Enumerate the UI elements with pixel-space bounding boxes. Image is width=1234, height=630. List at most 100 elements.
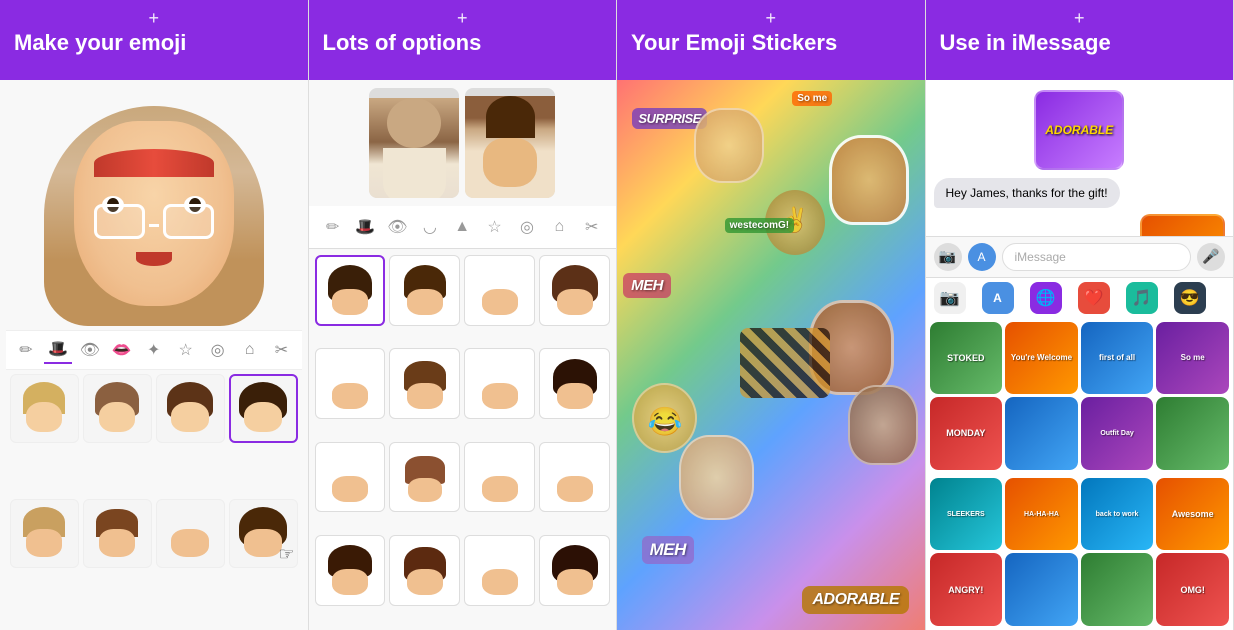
toolbar-glasses-icon[interactable]: ◎ [204, 336, 232, 364]
emoji-app-icon[interactable]: 🌐 [1030, 282, 1062, 314]
options-toolbar: ✏ 🎩 👁 ◡ ▲ ☆ ◎ ⌂ ✂ [309, 206, 617, 249]
options-lip-icon[interactable]: ◡ [415, 212, 445, 242]
panel2-title: Lots of options [323, 30, 603, 56]
appstore-btn[interactable]: A [968, 243, 996, 271]
toolbar-edit-icon[interactable]: ✏ [12, 336, 40, 364]
sg-item-4[interactable]: So me [1156, 322, 1229, 395]
p2-hair-1[interactable] [315, 255, 386, 326]
p2-hair-3[interactable] [464, 255, 535, 326]
p2-hair-12[interactable] [539, 442, 610, 513]
options-glasses-icon[interactable]: ◎ [512, 212, 542, 242]
emoji-char-5 [848, 385, 918, 465]
p2-hair-13[interactable] [315, 535, 386, 606]
sg-item-3[interactable]: first of all [1081, 322, 1154, 395]
appstore-icon[interactable]: A [982, 282, 1014, 314]
sticker-picker-grid-2: SLEEKERS HA-HA-HA back to work Awesome A… [926, 474, 1234, 630]
hair-option-3[interactable] [156, 374, 225, 443]
p2-hair-8[interactable] [539, 348, 610, 419]
sticker-collage-display: Surprise meh meh ADORABLE 😂 ✌️ So me wes… [617, 80, 925, 630]
plus-icon-4: + [1074, 8, 1085, 29]
toolbar-lips-icon[interactable]: 👄 [108, 336, 136, 364]
p2-hair-16[interactable] [539, 535, 610, 606]
glasses [94, 201, 214, 241]
chat-row-right: You're Welcome [934, 214, 1226, 236]
camera-btn[interactable]: 📷 [934, 243, 962, 271]
sg-item-14[interactable] [1005, 553, 1078, 626]
sticker-picker-grid: STOKED You're Welcome first of all So me… [926, 318, 1234, 474]
toolbar-eyes-icon[interactable]: 👁 [76, 336, 104, 364]
adorable-sticker-img: ADORABLE [1034, 90, 1124, 170]
sg-item-8[interactable] [1156, 397, 1229, 470]
bandana [94, 149, 214, 177]
sg-item-1[interactable]: STOKED [930, 322, 1003, 395]
emoji-display [44, 86, 264, 326]
toolbar-nose-icon[interactable]: ✦ [140, 336, 168, 364]
sticker-small-1: So me [792, 91, 832, 106]
options-hat-icon[interactable]: ⌂ [544, 212, 574, 242]
hair-option-4[interactable] [229, 374, 298, 443]
emoji-char-4 [679, 435, 754, 520]
p2-hair-10[interactable] [389, 442, 460, 513]
panel-imessage: + Use in iMessage ADORABLE Hey James, th… [926, 0, 1234, 630]
options-nose-icon[interactable]: ▲ [447, 212, 477, 242]
options-star-icon[interactable]: ☆ [480, 212, 510, 242]
sg-item-9[interactable]: SLEEKERS [930, 478, 1003, 551]
sg-item-6[interactable] [1005, 397, 1078, 470]
options-edit-icon[interactable]: ✏ [318, 212, 348, 242]
avatar-photo [465, 96, 555, 198]
sg-item-10[interactable]: HA-HA-HA [1005, 478, 1078, 551]
ref-photo-person [369, 88, 459, 198]
p2-hair-4[interactable] [539, 255, 610, 326]
p2-hair-6[interactable] [389, 348, 460, 419]
hair-option-8[interactable] [229, 499, 298, 568]
options-eye-icon[interactable]: 👁 [382, 212, 412, 242]
p2-hair-5[interactable] [315, 348, 386, 419]
p2-hair-2[interactable] [389, 255, 460, 326]
p2-hair-11[interactable] [464, 442, 535, 513]
panel3-title: Your Emoji Stickers [631, 30, 911, 56]
p2-hair-15[interactable] [464, 535, 535, 606]
toolbar-star-icon[interactable]: ☆ [172, 336, 200, 364]
hair-option-1[interactable] [10, 374, 79, 443]
sg-item-15[interactable] [1081, 553, 1154, 626]
sg-item-7[interactable]: Outfit Day [1081, 397, 1154, 470]
p2-hair-7[interactable] [464, 348, 535, 419]
chat-bubble-thanks: Hey James, thanks for the gift! [934, 178, 1120, 208]
hair-option-2[interactable] [83, 374, 152, 443]
lips [136, 252, 172, 266]
hair-selection-grid [6, 370, 302, 624]
message-input[interactable]: iMessage [1002, 243, 1192, 271]
emoji-char-1 [829, 135, 909, 225]
sg-item-16[interactable]: OMG! [1156, 553, 1229, 626]
toolbar-hair-icon[interactable]: 🎩 [44, 336, 72, 364]
tiger-pattern [740, 328, 830, 398]
p2-hair-9[interactable] [315, 442, 386, 513]
emoji-face-icon[interactable]: 😎 [1174, 282, 1206, 314]
reference-photos-row [309, 80, 617, 206]
sg-item-2[interactable]: You're Welcome [1005, 322, 1078, 395]
person-photo [369, 98, 459, 198]
panel1-header: + Make your emoji [0, 0, 308, 80]
sg-item-11[interactable]: back to work [1081, 478, 1154, 551]
plus-icon-2: + [457, 8, 468, 29]
options-shirt-icon[interactable]: ✂ [577, 212, 607, 242]
hair-option-6[interactable] [83, 499, 152, 568]
toolbar-hat-icon[interactable]: ⌂ [236, 336, 264, 364]
toolbar-shirt-icon[interactable]: ✂ [267, 336, 295, 364]
mic-btn[interactable]: 🎤 [1197, 243, 1225, 271]
hair-option-5[interactable] [10, 499, 79, 568]
chat-row-left: Hey James, thanks for the gift! [934, 178, 1226, 208]
input-placeholder: iMessage [1015, 250, 1066, 264]
photos-app-icon[interactable]: 📷 [934, 282, 966, 314]
hair-option-7[interactable] [156, 499, 225, 568]
heart-icon[interactable]: ❤️ [1078, 282, 1110, 314]
sg-item-13[interactable]: ANGRY! [930, 553, 1003, 626]
options-hair-icon[interactable]: 🎩 [350, 212, 380, 242]
panel1-title: Make your emoji [14, 30, 294, 56]
music-icon[interactable]: 🎵 [1126, 282, 1158, 314]
sg-item-5[interactable]: MONDAY [930, 397, 1003, 470]
plus-icon: + [148, 8, 159, 29]
sticker-meh-2: meh [642, 536, 694, 564]
p2-hair-14[interactable] [389, 535, 460, 606]
sg-item-12[interactable]: Awesome [1156, 478, 1229, 551]
